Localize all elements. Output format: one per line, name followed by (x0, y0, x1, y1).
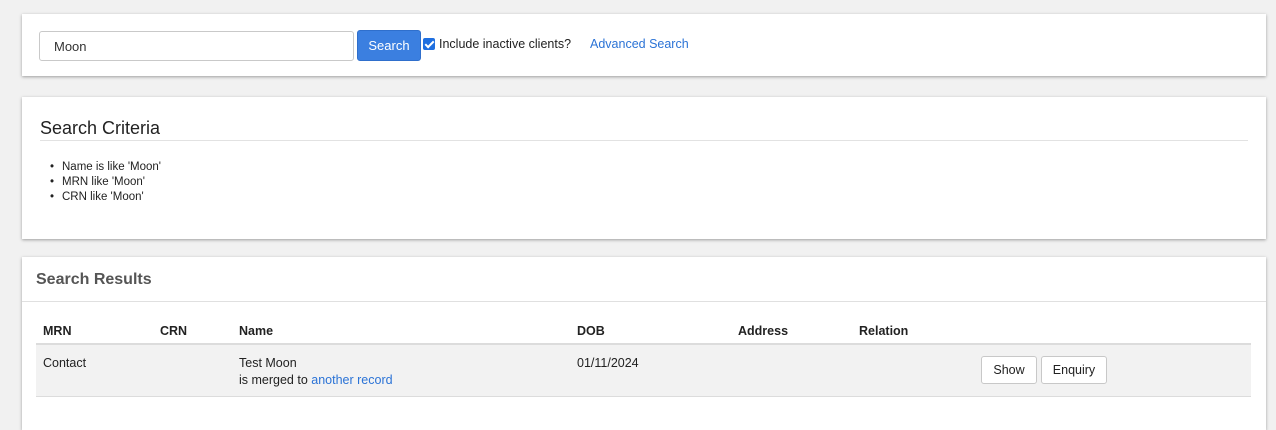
results-table: MRN CRN Name DOB Address Relation Contac… (36, 317, 1251, 397)
search-criteria-title: Search Criteria (40, 118, 161, 138)
show-button[interactable]: Show (981, 356, 1037, 384)
cell-dob: 01/11/2024 (577, 356, 639, 370)
search-results-title: Search Results (36, 271, 152, 288)
search-input[interactable] (39, 31, 354, 61)
criteria-list: Name is like 'Moon' MRN like 'Moon' CRN … (50, 160, 161, 205)
criteria-item: Name is like 'Moon' (50, 160, 161, 175)
table-row: Contact Test Moon is merged to another r… (36, 345, 1251, 397)
column-header-mrn[interactable]: MRN (43, 324, 71, 338)
enquiry-button[interactable]: Enquiry (1041, 356, 1107, 384)
divider (22, 301, 1266, 302)
cell-mrn: Contact (43, 356, 87, 370)
client-name: Test Moon (239, 356, 297, 370)
table-header: MRN CRN Name DOB Address Relation (36, 317, 1251, 345)
advanced-search-link[interactable]: Advanced Search (590, 37, 689, 51)
merged-record-link[interactable]: another record (311, 373, 392, 387)
column-header-address[interactable]: Address (738, 324, 788, 338)
column-header-name[interactable]: Name (239, 324, 273, 338)
include-inactive-option[interactable]: Include inactive clients? (423, 37, 571, 51)
column-header-relation[interactable]: Relation (859, 324, 908, 338)
search-bar-panel: Search Include inactive clients? Advance… (22, 14, 1266, 76)
criteria-item: CRN like 'Moon' (50, 190, 161, 205)
criteria-item: MRN like 'Moon' (50, 175, 161, 190)
search-results-panel: Search Results MRN CRN Name DOB Address … (22, 257, 1266, 430)
include-inactive-checkbox[interactable] (423, 38, 435, 50)
merged-prefix: is merged to (239, 373, 308, 387)
merged-note: is merged to another record (239, 372, 393, 389)
column-header-crn[interactable]: CRN (160, 324, 187, 338)
cell-name: Test Moon is merged to another record (239, 355, 393, 389)
include-inactive-label[interactable]: Include inactive clients? (439, 37, 571, 51)
divider (40, 140, 1248, 141)
search-button[interactable]: Search (357, 30, 421, 61)
column-header-dob[interactable]: DOB (577, 324, 605, 338)
search-criteria-panel: Search Criteria Name is like 'Moon' MRN … (22, 97, 1266, 239)
